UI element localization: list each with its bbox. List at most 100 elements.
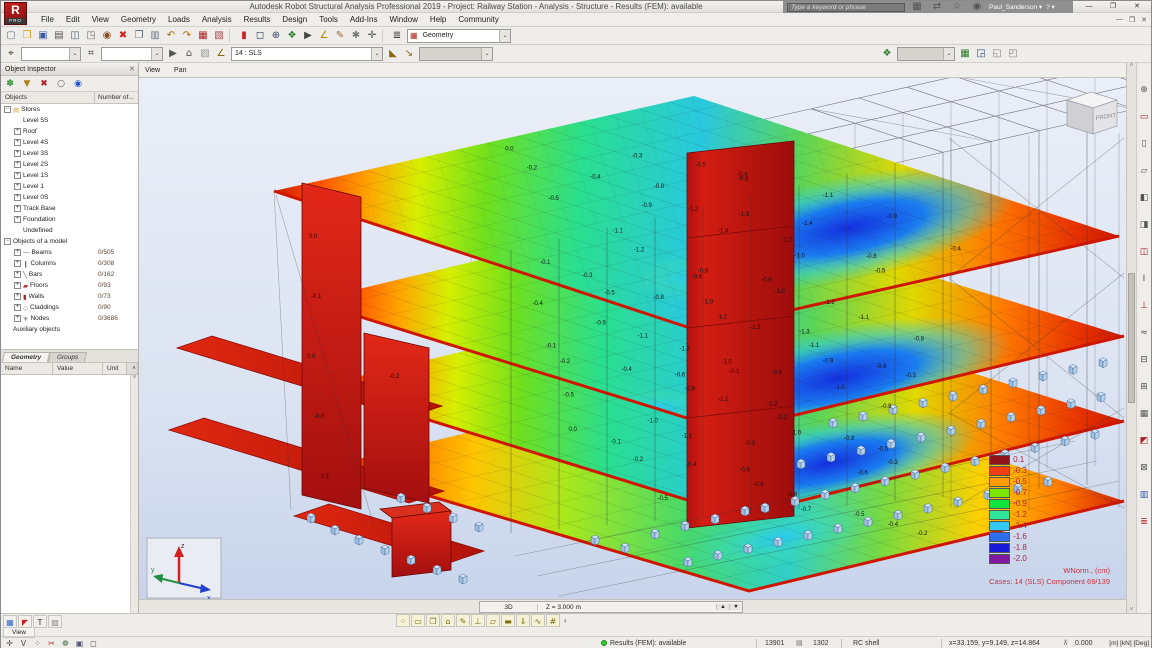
tree-item-walls[interactable]: +▮Walls0/73 (1, 291, 138, 302)
tree-item-level-0s[interactable]: +Level 0S (1, 192, 138, 203)
minimize-button[interactable]: — (1077, 1, 1101, 13)
close-button[interactable]: ✕ (1125, 1, 1149, 13)
calculation-help-icon[interactable]: ◲ (973, 46, 989, 62)
pointer-icon[interactable]: ▶ (165, 46, 181, 62)
bar-selection-combo-arrow-icon[interactable]: ⌄ (69, 48, 80, 60)
help-menu[interactable]: ? ▾ (1046, 3, 1055, 11)
tree-item-level-2s[interactable]: +Level 2S (1, 159, 138, 170)
user-menu[interactable]: Paul_Sanderson ▾ (989, 3, 1042, 11)
tree-expand-icon[interactable]: − (4, 106, 11, 113)
tree-item-columns[interactable]: +❙Columns0/308 (1, 258, 138, 269)
tree-expand-icon[interactable]: + (14, 139, 21, 146)
render-view-icon[interactable]: ▨ (48, 615, 62, 628)
support-tool-icon[interactable]: ⊥ (1137, 293, 1151, 320)
filter-clear-icon[interactable]: ✖ (37, 77, 51, 91)
tree-item-level-4s[interactable]: +Level 4S (1, 137, 138, 148)
analysis-combo-arrow-icon[interactable]: ⌄ (943, 48, 954, 60)
tree-expand-icon[interactable]: + (14, 260, 21, 267)
layout-combo[interactable]: ▦Geometry⌄ (407, 29, 511, 43)
zoom-in-icon[interactable]: ⊕ (268, 28, 284, 44)
window-mode-icon[interactable]: ▣ (73, 637, 86, 648)
tree-expand-icon[interactable]: + (14, 205, 21, 212)
tree-item-track-base[interactable]: +Track Base (1, 203, 138, 214)
design-mode-label[interactable]: RC shell (853, 637, 879, 648)
frame-tool-icon[interactable]: ▦ (1137, 401, 1151, 428)
camera-icon[interactable]: ◉ (99, 28, 115, 44)
menu-community[interactable]: Community (452, 13, 504, 27)
scene-3d[interactable]: 0.0-0.2-0.4-0.5-0.8-0.9-1.2-1.3-1.4-1.4-… (139, 78, 1126, 613)
tree-expand-icon[interactable]: + (14, 172, 21, 179)
shaded-view-icon[interactable]: ◤ (18, 615, 32, 628)
tree-item-level-1[interactable]: +Level 1 (1, 181, 138, 192)
component-combo-disabled[interactable]: ⌄ (419, 47, 493, 61)
mdi-restore-button[interactable]: ❐ (1129, 16, 1135, 24)
tab-view[interactable]: View (145, 67, 160, 74)
node-tool-icon[interactable]: ⊕ (1137, 77, 1151, 104)
undo-icon[interactable]: ↶ (163, 28, 179, 44)
tree-expand-icon[interactable]: − (4, 238, 11, 245)
tree-expand-icon[interactable]: + (14, 216, 21, 223)
save-project-icon[interactable]: ▣ (35, 28, 51, 44)
node-display-icon[interactable]: ⁘ (396, 614, 410, 627)
tab-groups[interactable]: Groups (48, 352, 87, 362)
section-help-icon[interactable]: ◣ (385, 46, 401, 62)
paste-icon[interactable]: ▥ (147, 28, 163, 44)
analysis-combo[interactable]: ⌄ (897, 47, 955, 61)
restore-button[interactable]: ❐ (1101, 1, 1125, 13)
grid-scroll-down-icon[interactable]: ˅ (133, 375, 137, 381)
sketch-icon[interactable]: ✎ (332, 28, 348, 44)
release-tool-icon[interactable]: ≈ (1137, 320, 1151, 347)
viewport-scrollbar[interactable]: ˄˅ (1127, 63, 1137, 613)
delete-icon[interactable]: ✖ (115, 28, 131, 44)
menu-loads[interactable]: Loads (162, 13, 196, 27)
bar-tool-icon[interactable]: ▭ (1137, 104, 1151, 131)
level-down-icon[interactable]: ▼ (729, 604, 742, 610)
objects-column-header[interactable]: Objects (1, 92, 95, 103)
column-tool-icon[interactable]: ▯ (1137, 131, 1151, 158)
tree-expand-icon[interactable]: + (14, 183, 21, 190)
menu-file[interactable]: File (35, 13, 60, 27)
tree-item-level-3s[interactable]: +Level 3S (1, 148, 138, 159)
tree-expand-icon[interactable]: + (14, 293, 21, 300)
tree-expand-icon[interactable]: + (14, 315, 21, 322)
grid-scroll-up-icon[interactable]: ˄ (127, 363, 138, 374)
tab-pan[interactable]: Pan (174, 67, 186, 74)
open-display-icon[interactable]: ❒ (426, 614, 440, 627)
menu-tools[interactable]: Tools (313, 13, 344, 27)
property-grid-scrollbar[interactable]: ˅ (130, 375, 138, 613)
menu-view[interactable]: View (86, 13, 115, 27)
structure-display-icon[interactable]: ⌂ (441, 614, 455, 627)
load-case-combo-arrow-icon[interactable]: ⌄ (371, 48, 382, 60)
mdi-minimize-button[interactable]: — (1116, 16, 1123, 24)
menu-geometry[interactable]: Geometry (115, 13, 162, 27)
tree-item-floors[interactable]: +▰Floors0/93 (1, 280, 138, 291)
snap-grid-icon[interactable]: ⁘ (31, 637, 44, 648)
bar-display-icon[interactable]: ▭ (411, 614, 425, 627)
view-query-icon[interactable]: Ⅴ (17, 637, 30, 648)
view-attributes-icon[interactable]: ❖ (284, 28, 300, 44)
tree-item-foundation[interactable]: +Foundation (1, 214, 138, 225)
mdi-close-button[interactable]: ✕ (1141, 16, 1147, 24)
zoom-window-icon[interactable]: ◻ (252, 28, 268, 44)
table-tool-icon[interactable]: ▥ (1137, 482, 1151, 509)
view-mode-label[interactable]: 3D (480, 604, 538, 611)
calculation-report-icon[interactable]: ▧ (211, 28, 227, 44)
tree-expand-icon[interactable]: + (14, 161, 21, 168)
tree-expand-icon[interactable]: + (14, 150, 21, 157)
text-view-icon[interactable]: T (33, 615, 47, 628)
redo-icon[interactable]: ↷ (179, 28, 195, 44)
sketch-display-icon[interactable]: ✎ (456, 614, 470, 627)
grid-tool-icon[interactable]: ⊞ (1137, 374, 1151, 401)
select-help-icon[interactable]: ⌖ (3, 46, 19, 62)
screen-capture-icon[interactable]: ◳ (83, 28, 99, 44)
search-input[interactable] (787, 3, 905, 12)
layout-combo-arrow-icon[interactable]: ⌄ (499, 30, 510, 42)
freeze-results-icon[interactable]: ◱ (989, 46, 1005, 62)
node-selection-combo-arrow-icon[interactable]: ⌄ (151, 48, 162, 60)
deformation-display-icon[interactable]: ∿ (531, 614, 545, 627)
lock-tool-icon[interactable]: ⊠ (1137, 455, 1151, 482)
start-calculations-icon[interactable]: ▦ (957, 46, 973, 62)
print-icon[interactable]: ▤ (51, 28, 67, 44)
inspector-tree-icon[interactable]: ✽ (3, 77, 17, 91)
cladding-tool-icon[interactable]: ◨ (1137, 212, 1151, 239)
